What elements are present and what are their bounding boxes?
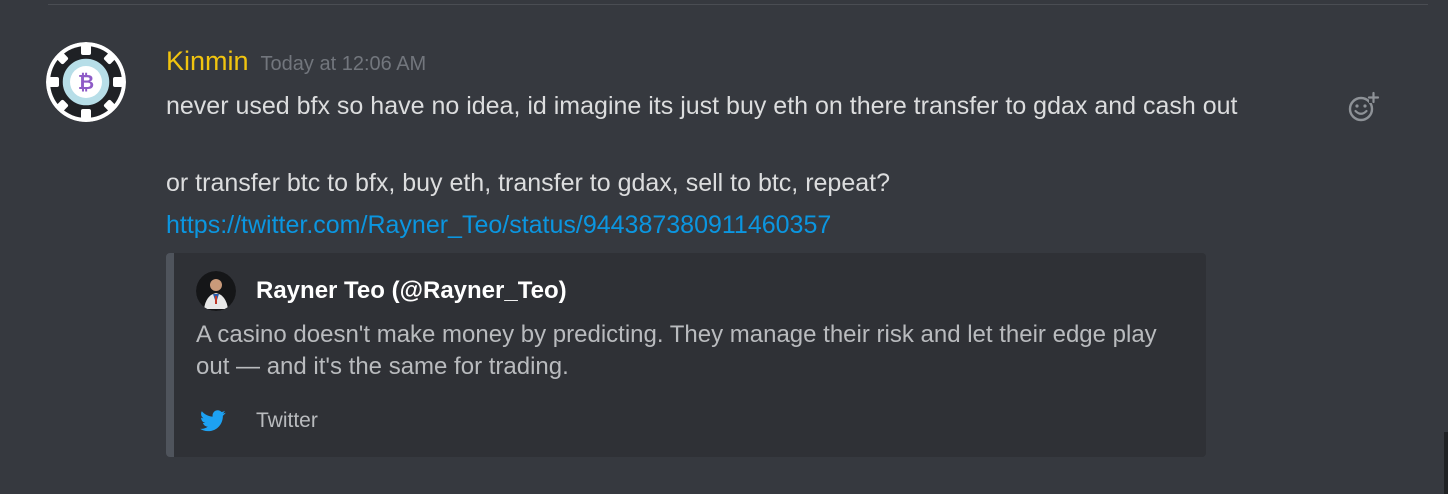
add-reaction-button[interactable] — [1346, 90, 1380, 124]
message-timestamp: Today at 12:06 AM — [260, 53, 427, 75]
message-header: Kinmin Today at 12:06 AM — [166, 46, 426, 80]
twitter-bird-icon — [200, 410, 226, 432]
embed-author-avatar — [196, 271, 236, 311]
embed-author: Rayner Teo (@Rayner_Teo) — [196, 269, 567, 313]
tweet-link[interactable]: https://twitter.com/Rayner_Teo/status/94… — [166, 209, 831, 241]
embed-footer: Twitter — [200, 403, 318, 439]
chat-message: ₿ Kinmin Today at 12:06 AM never used bf… — [0, 0, 1448, 494]
scrollbar[interactable] — [1444, 432, 1448, 494]
embed-footer-text: Twitter — [256, 409, 318, 432]
bitcoin-poker-chip-icon: ₿ — [46, 42, 126, 122]
tweet-embed: Rayner Teo (@Rayner_Teo) A casino doesn'… — [166, 253, 1206, 457]
embed-author-name[interactable]: Rayner Teo (@Rayner_Teo) — [256, 277, 567, 305]
username[interactable]: Kinmin — [166, 46, 249, 77]
svg-text:₿: ₿ — [78, 70, 94, 94]
person-avatar-icon — [196, 271, 236, 311]
add-reaction-icon — [1348, 91, 1380, 122]
user-avatar[interactable]: ₿ — [46, 42, 126, 122]
message-text-line: or transfer btc to bfx, buy eth, transfe… — [166, 169, 890, 197]
embed-description: A casino doesn't make money by predictin… — [196, 321, 1157, 380]
message-text-line: never used bfx so have no idea, id imagi… — [166, 92, 1238, 120]
